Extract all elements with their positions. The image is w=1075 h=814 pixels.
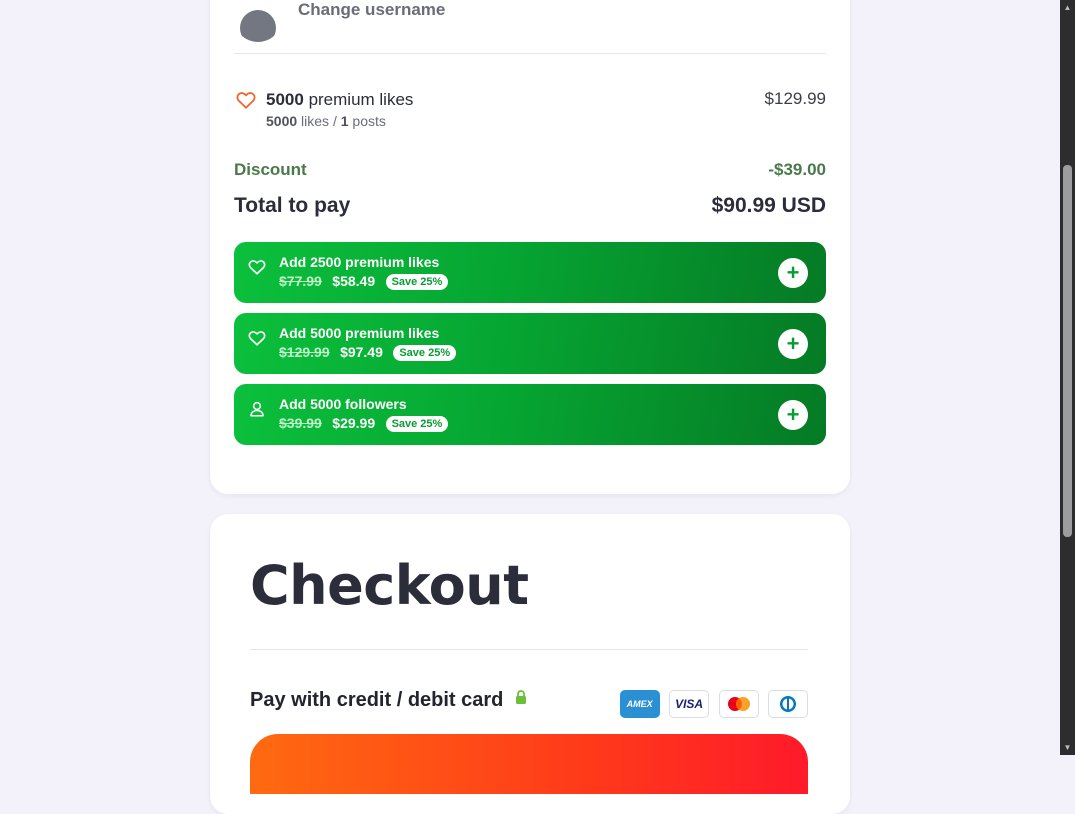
add-button[interactable]: +: [778, 258, 808, 288]
upsell-title: Add 2500 premium likes: [279, 254, 439, 270]
lock-icon: [515, 690, 526, 704]
save-badge: Save 25%: [385, 274, 449, 290]
upsell-title: Add 5000 premium likes: [279, 325, 439, 341]
divider: [234, 53, 826, 54]
avatar: [234, 0, 282, 42]
diners-club-icon: [768, 690, 808, 718]
pay-method-text: Pay with credit / debit card: [250, 689, 504, 711]
mastercard-icon: [718, 690, 759, 718]
checkout-title: Checkout: [250, 554, 529, 617]
amex-icon: AMEX: [619, 690, 660, 718]
total-value: $90.99 USD: [711, 194, 826, 217]
upsell-add-5000-followers[interactable]: Add 5000 followers $39.99 $29.99 Save 25…: [234, 384, 826, 445]
order-item: 5000 premium likes 5000 likes / 1 posts …: [234, 87, 826, 132]
upsell-prefix: Add: [279, 396, 307, 412]
discount-label: Discount: [234, 160, 307, 179]
item-price: $129.99: [764, 89, 826, 108]
scroll-down-arrow-icon[interactable]: ▼: [1063, 743, 1072, 752]
item-sub-likes: 5000: [266, 113, 298, 129]
pay-button[interactable]: [250, 734, 808, 794]
upsell-prices: $129.99 $97.49 Save 25%: [279, 344, 457, 364]
upsell-product: 5000 premium likes: [310, 325, 440, 341]
total-row: Total to pay $90.99 USD: [234, 194, 826, 222]
scrollbar-thumb[interactable]: [1063, 165, 1072, 537]
item-sub-likes-label: likes /: [301, 113, 337, 129]
upsell-new-price: $97.49: [340, 344, 383, 360]
upsell-product: 2500 premium likes: [310, 254, 440, 270]
save-badge: Save 25%: [393, 345, 457, 361]
order-summary-card: Change username 5000 premium likes 5000 …: [210, 0, 850, 494]
upsell-product: 5000 followers: [310, 396, 407, 412]
card-brands: AMEX VISA: [615, 690, 808, 718]
checkout-card: Checkout Pay with credit / debit card AM…: [210, 514, 850, 814]
discount-value: -$39.00: [768, 160, 826, 179]
visa-icon: VISA: [669, 690, 710, 718]
total-label: Total to pay: [234, 194, 351, 217]
upsell-old-price: $129.99: [279, 344, 330, 360]
save-badge: Save 25%: [385, 416, 449, 432]
upsell-prefix: Add: [279, 254, 307, 270]
item-quantity: 5000: [266, 90, 304, 109]
user-icon: [250, 401, 264, 417]
upsell-old-price: $39.99: [279, 415, 322, 431]
item-sub-posts-label: posts: [352, 113, 386, 129]
upsell-prefix: Add: [279, 325, 307, 341]
item-subtitle: 5000 likes / 1 posts: [266, 113, 386, 129]
heart-icon: [248, 331, 266, 346]
discount-row: Discount -$39.00: [234, 160, 826, 184]
add-button[interactable]: +: [778, 329, 808, 359]
upsell-old-price: $77.99: [279, 273, 322, 289]
item-title-suffix: premium likes: [308, 90, 414, 109]
item-title: 5000 premium likes: [266, 90, 413, 110]
change-username-link[interactable]: Change username: [298, 0, 445, 20]
upsell-prices: $39.99 $29.99 Save 25%: [279, 415, 449, 435]
divider: [250, 649, 808, 650]
upsell-title: Add 5000 followers: [279, 396, 407, 412]
add-button[interactable]: +: [778, 400, 808, 430]
upsell-prices: $77.99 $58.49 Save 25%: [279, 273, 449, 293]
pay-method-label: Pay with credit / debit card: [250, 689, 527, 712]
upsell-add-2500-likes[interactable]: Add 2500 premium likes $77.99 $58.49 Sav…: [234, 242, 826, 303]
upsell-new-price: $29.99: [332, 415, 376, 431]
heart-icon: [248, 260, 266, 275]
heart-icon: [236, 92, 256, 109]
profile-row: Change username: [234, 0, 826, 42]
scroll-up-arrow-icon[interactable]: ▲: [1063, 3, 1072, 12]
upsell-add-5000-likes[interactable]: Add 5000 premium likes $129.99 $97.49 Sa…: [234, 313, 826, 374]
item-sub-posts: 1: [340, 113, 349, 129]
scrollbar[interactable]: ▲ ▼: [1060, 0, 1075, 755]
upsell-new-price: $58.49: [332, 273, 376, 289]
